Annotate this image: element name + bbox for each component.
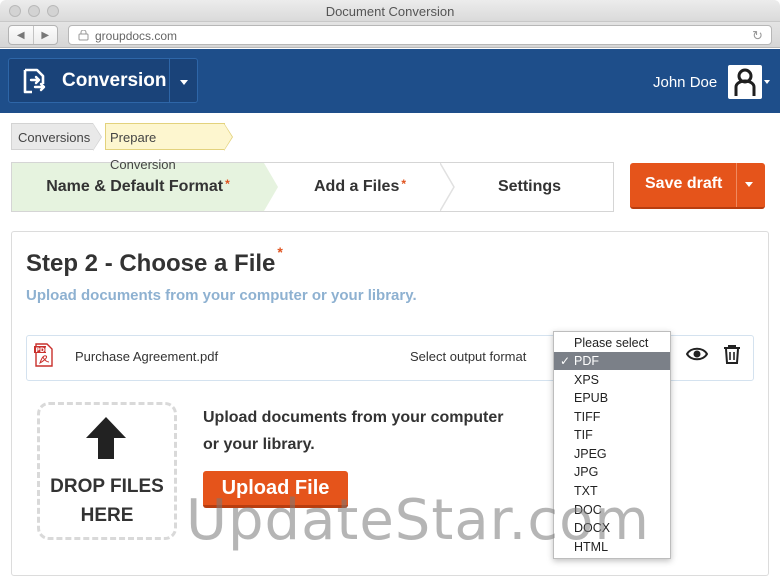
format-option[interactable]: XPS	[554, 371, 670, 389]
trash-icon[interactable]	[723, 344, 741, 364]
app-name: Conversion	[62, 70, 167, 91]
wizard-step-settings[interactable]: Settings	[452, 163, 607, 211]
format-option[interactable]: TIFF	[554, 408, 670, 426]
format-option[interactable]: Please select	[554, 334, 670, 352]
title-bar: Document Conversion	[0, 0, 780, 22]
watermark: UpdateStar.com	[186, 488, 650, 553]
save-draft-label: Save draft	[645, 175, 723, 192]
step-arrow	[264, 163, 278, 211]
breadcrumb: Conversions Prepare Conversion	[11, 123, 233, 172]
conversion-logo-icon	[23, 68, 46, 94]
address-bar[interactable]: groupdocs.com ↻	[68, 25, 772, 45]
divider	[169, 59, 170, 102]
window-title: Document Conversion	[325, 4, 455, 19]
format-option-selected[interactable]: ✓ PDF	[554, 352, 670, 370]
divider	[736, 163, 737, 207]
nav-buttons: ◀ ▶	[8, 25, 58, 45]
format-option[interactable]: JPEG	[554, 445, 670, 463]
chevron-down-icon[interactable]	[745, 182, 753, 187]
format-option[interactable]: TIF	[554, 426, 670, 444]
upload-arrow-icon	[86, 417, 126, 459]
user-icon	[734, 68, 756, 96]
checkmark-icon: ✓	[560, 354, 571, 368]
page-subtitle: Upload documents from your computer or y…	[26, 287, 417, 304]
output-format-label: Select output format	[410, 349, 527, 364]
app-header: Conversion John Doe	[0, 49, 780, 113]
back-button[interactable]: ◀	[9, 26, 33, 44]
forward-button[interactable]: ▶	[32, 26, 58, 44]
app-switcher[interactable]: Conversion	[8, 58, 198, 103]
avatar[interactable]	[728, 65, 762, 99]
format-option[interactable]: JPG	[554, 463, 670, 481]
chevron-down-icon[interactable]	[177, 76, 191, 88]
browser-window: Document Conversion ◀ ▶ groupdocs.com ↻ …	[0, 0, 780, 585]
url-text: groupdocs.com	[95, 29, 178, 43]
browser-toolbar: ◀ ▶ groupdocs.com ↻	[0, 22, 780, 48]
site-icon	[78, 30, 89, 41]
breadcrumb-prepare-conversion[interactable]: Prepare Conversion	[105, 123, 233, 172]
svg-text:PDF: PDF	[36, 347, 49, 354]
eye-icon[interactable]	[686, 345, 708, 363]
page-title: Step 2 - Choose a File *	[26, 244, 283, 277]
file-name: Purchase Agreement.pdf	[75, 349, 219, 364]
reload-icon[interactable]: ↻	[752, 28, 763, 44]
pdf-file-icon: PDF	[34, 343, 53, 367]
upload-description: Upload documents from your computer or y…	[203, 409, 504, 453]
wizard-steps: Name & Default Format * Add a Files * Sett…	[11, 162, 614, 212]
user-menu-chevron-icon[interactable]	[764, 80, 770, 84]
drop-zone-text: DROP FILES HERE	[50, 476, 164, 526]
wizard-step-add-files[interactable]: Add a Files *	[280, 163, 440, 211]
format-option[interactable]: EPUB	[554, 389, 670, 407]
user-name[interactable]: John Doe	[653, 74, 717, 91]
breadcrumb-conversions[interactable]: Conversions	[11, 123, 102, 151]
save-draft-button[interactable]: Save draft	[630, 163, 765, 209]
